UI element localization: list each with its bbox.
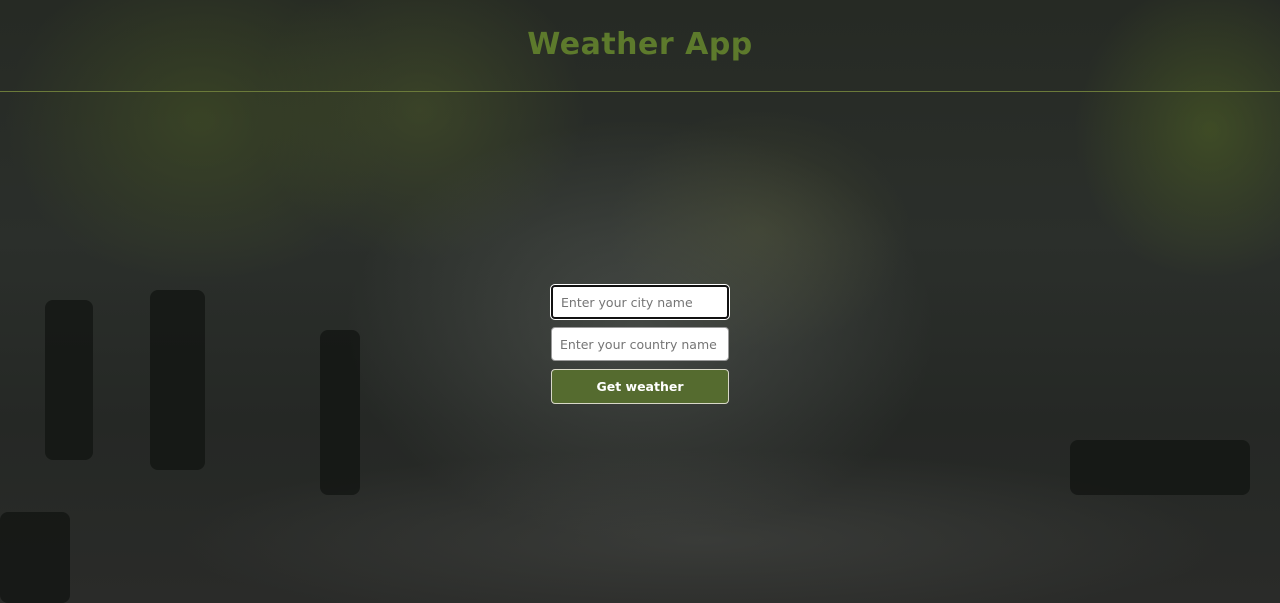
background-tree-trunk — [150, 290, 205, 470]
background-tree-trunk — [320, 330, 360, 495]
weather-form: Get weather — [551, 285, 729, 404]
background-tree-trunk — [0, 512, 70, 603]
background-tree-trunk — [45, 300, 93, 460]
country-input[interactable] — [551, 327, 729, 361]
app-header: Weather App — [0, 0, 1280, 92]
get-weather-button[interactable]: Get weather — [551, 369, 729, 404]
background-tree-trunk — [1070, 440, 1250, 495]
city-input[interactable] — [551, 285, 729, 319]
app-title: Weather App — [527, 27, 753, 62]
